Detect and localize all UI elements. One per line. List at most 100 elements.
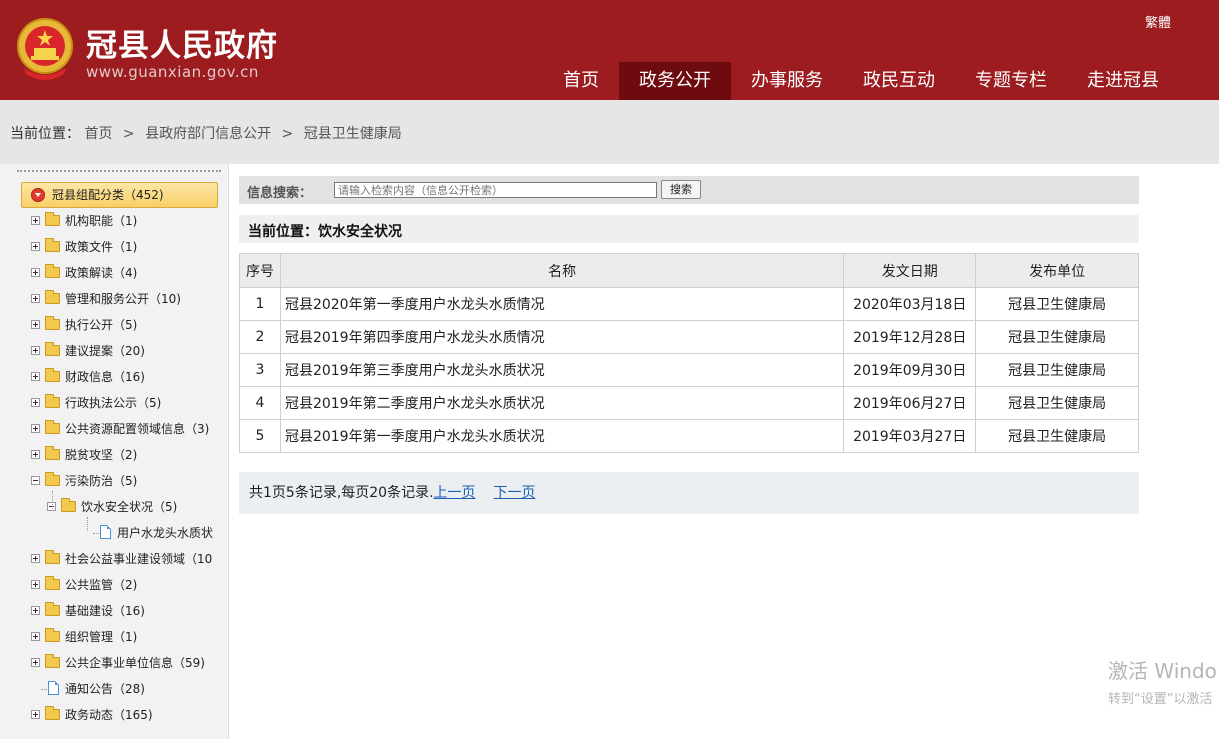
tree-connector bbox=[87, 517, 88, 531]
tree-item-folder[interactable]: 执行公开（5) bbox=[31, 315, 228, 335]
tree-connector bbox=[93, 533, 99, 534]
tree-item-label: 政务动态（165) bbox=[65, 708, 153, 722]
section-title: 当前位置：饮水安全状况 bbox=[248, 224, 402, 240]
folder-icon bbox=[45, 550, 60, 564]
prev-page-link[interactable]: 上一页 bbox=[434, 485, 476, 501]
nav-topics[interactable]: 专题专栏 bbox=[955, 62, 1067, 100]
expand-icon[interactable] bbox=[31, 242, 40, 251]
tree-item-label: 基础建设（16) bbox=[65, 604, 145, 618]
tree-item-folder[interactable]: 基础建设（16) bbox=[31, 601, 228, 621]
folder-icon bbox=[61, 498, 76, 512]
tree-item-folder[interactable]: 行政执法公示（5) bbox=[31, 393, 228, 413]
tree-item-folder[interactable]: 公共监管（2) bbox=[31, 575, 228, 595]
search-input[interactable] bbox=[334, 182, 657, 198]
expand-icon[interactable] bbox=[31, 554, 40, 563]
watermark-line2: 转到“设置”以激活 bbox=[1108, 692, 1213, 707]
table-row: 1 冠县2020年第一季度用户水龙头水质情况 2020年03月18日 冠县卫生健康局 bbox=[239, 287, 1139, 321]
folder-icon bbox=[45, 212, 60, 226]
document-table: 序号 名称 发文日期 发布单位 1 冠县2020年第一季度用户水龙头水质情况 202… bbox=[239, 253, 1139, 453]
expand-icon[interactable] bbox=[31, 424, 40, 433]
expand-icon[interactable] bbox=[31, 294, 40, 303]
next-page-link[interactable]: 下一页 bbox=[494, 485, 536, 501]
publish-date: 2020年03月18日 bbox=[843, 287, 977, 321]
tree-item-folder[interactable]: 社会公益事业建设领域（10 bbox=[31, 549, 228, 569]
expand-icon[interactable] bbox=[31, 632, 40, 641]
expand-icon[interactable] bbox=[31, 606, 40, 615]
document-title-link[interactable]: 冠县2019年第三季度用户水龙头水质状况 bbox=[279, 353, 845, 387]
publish-date: 2019年03月27日 bbox=[843, 419, 977, 453]
nav-government-affairs[interactable]: 政务公开 bbox=[619, 62, 731, 100]
tree-item-folder[interactable]: 管理和服务公开（10) bbox=[31, 289, 228, 309]
nav-interaction[interactable]: 政民互动 bbox=[843, 62, 955, 100]
nav-about-county[interactable]: 走进冠县 bbox=[1067, 62, 1179, 100]
publishing-unit: 冠县卫生健康局 bbox=[975, 287, 1139, 321]
document-title-link[interactable]: 冠县2019年第四季度用户水龙头水质情况 bbox=[279, 320, 845, 354]
tree-item-folder[interactable]: 公共资源配置领域信息（3) bbox=[31, 419, 228, 439]
section-header: 当前位置：饮水安全状况 bbox=[239, 215, 1139, 243]
search-label: 信息搜索： bbox=[247, 186, 313, 201]
tree-item-folder[interactable]: 政策文件（1) bbox=[31, 237, 228, 257]
nav-home[interactable]: 首页 bbox=[543, 62, 619, 100]
expand-icon[interactable] bbox=[31, 710, 40, 719]
breadcrumb-separator: > bbox=[281, 126, 294, 142]
publishing-unit: 冠县卫生健康局 bbox=[975, 353, 1139, 387]
tree-item-label: 脱贫攻坚（2) bbox=[65, 448, 138, 462]
tree-item-document[interactable]: 用户水龙头水质状 bbox=[83, 523, 228, 543]
tree-item-label: 公共监管（2) bbox=[65, 578, 138, 592]
folder-icon bbox=[45, 706, 60, 720]
watermark-line1: 激活 Windo bbox=[1108, 659, 1217, 683]
expand-icon[interactable] bbox=[31, 580, 40, 589]
tree-item-label: 政策文件（1) bbox=[65, 240, 138, 254]
table-row: 3 冠县2019年第三季度用户水龙头水质状况 2019年09月30日 冠县卫生健康局 bbox=[239, 353, 1139, 387]
tree-item-folder[interactable]: 建议提案（20) bbox=[31, 341, 228, 361]
tree-item-label: 组织管理（1) bbox=[65, 630, 138, 644]
expand-icon[interactable] bbox=[31, 658, 40, 667]
tree-item-label: 执行公开（5) bbox=[65, 318, 138, 332]
expand-icon[interactable] bbox=[31, 398, 40, 407]
expand-icon[interactable] bbox=[31, 216, 40, 225]
breadcrumb-separator: > bbox=[122, 126, 135, 142]
tree-item-folder[interactable]: 政策解读（4) bbox=[31, 263, 228, 283]
tree-item-document[interactable]: 通知公告（28) bbox=[31, 679, 228, 699]
expand-icon[interactable] bbox=[31, 346, 40, 355]
expand-icon[interactable] bbox=[31, 372, 40, 381]
expand-icon[interactable] bbox=[31, 320, 40, 329]
folder-icon bbox=[45, 368, 60, 382]
tree-item-folder[interactable]: 组织管理（1) bbox=[31, 627, 228, 647]
tree-item-folder[interactable]: 脱贫攻坚（2) bbox=[31, 445, 228, 465]
nav-services[interactable]: 办事服务 bbox=[731, 62, 843, 100]
tree-item-folder[interactable]: 政务动态（165) bbox=[31, 705, 228, 725]
tree-item-label: 管理和服务公开（10) bbox=[65, 292, 181, 306]
tree-item-label: 机构职能（1) bbox=[65, 214, 138, 228]
tree-item-folder[interactable]: 公共企事业单位信息（59) bbox=[31, 653, 228, 673]
expand-icon[interactable] bbox=[31, 450, 40, 459]
collapse-arrow-icon[interactable] bbox=[31, 188, 45, 202]
tree-item-folder[interactable]: 财政信息（16) bbox=[31, 367, 228, 387]
tree-item-folder[interactable]: 机构职能（1) bbox=[31, 211, 228, 231]
folder-icon bbox=[45, 394, 60, 408]
breadcrumb-home[interactable]: 首页 bbox=[84, 126, 112, 142]
document-title-link[interactable]: 冠县2019年第一季度用户水龙头水质状况 bbox=[279, 419, 845, 453]
national-emblem-icon[interactable] bbox=[14, 16, 76, 82]
tree-item-folder[interactable]: 污染防治（5) bbox=[31, 471, 228, 491]
tree-item-label: 政策解读（4) bbox=[65, 266, 138, 280]
header-unit: 发布单位 bbox=[975, 253, 1139, 288]
document-title-link[interactable]: 冠县2020年第一季度用户水龙头水质情况 bbox=[279, 287, 845, 321]
header-number: 序号 bbox=[239, 253, 281, 288]
expand-icon[interactable] bbox=[31, 268, 40, 277]
folder-icon bbox=[45, 342, 60, 356]
tree-item-label: 公共企事业单位信息（59) bbox=[65, 656, 205, 670]
collapse-icon[interactable] bbox=[31, 476, 40, 485]
breadcrumb-health-bureau[interactable]: 冠县卫生健康局 bbox=[304, 126, 402, 142]
breadcrumb-dept-info[interactable]: 县政府部门信息公开 bbox=[145, 126, 271, 142]
tree-item-folder[interactable]: 饮水安全状况（5) bbox=[47, 497, 228, 517]
traditional-chinese-link[interactable]: 繁體 bbox=[1145, 12, 1171, 31]
search-button[interactable]: 搜索 bbox=[661, 180, 701, 199]
tree-item-label: 饮水安全状况（5) bbox=[81, 500, 178, 514]
search-bar: 信息搜索： 搜索 bbox=[239, 176, 1139, 204]
tree-item-label: 污染防治（5) bbox=[65, 474, 138, 488]
document-title-link[interactable]: 冠县2019年第二季度用户水龙头水质状况 bbox=[279, 386, 845, 420]
publishing-unit: 冠县卫生健康局 bbox=[975, 386, 1139, 420]
breadcrumb-bar: 当前位置： 首页 > 县政府部门信息公开 > 冠县卫生健康局 bbox=[0, 100, 1219, 164]
tree-root[interactable]: 冠县组配分类（452) bbox=[21, 182, 218, 208]
